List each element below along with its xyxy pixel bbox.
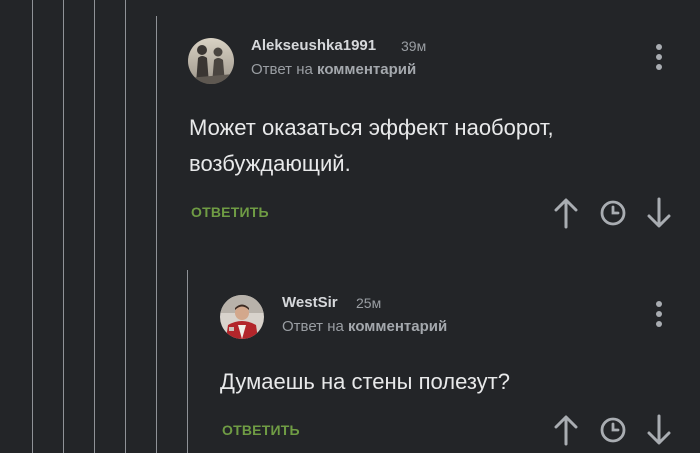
comment-text-line: Может оказаться эффект наоборот, bbox=[189, 115, 554, 140]
reply-to-prefix: Ответ на bbox=[282, 318, 344, 335]
comment-text: Может оказаться эффект наоборот, возбужд… bbox=[189, 110, 554, 182]
clock-icon[interactable] bbox=[599, 416, 627, 444]
clock-icon[interactable] bbox=[599, 199, 627, 227]
reply-to-link[interactable]: комментарий bbox=[348, 318, 447, 335]
thread-line[interactable] bbox=[125, 0, 126, 453]
reply-button[interactable]: ОТВЕТИТЬ bbox=[191, 204, 269, 220]
arrow-down-icon[interactable] bbox=[647, 197, 671, 229]
reply-to-line: Ответ на комментарий bbox=[251, 61, 416, 78]
reply-button[interactable]: ОТВЕТИТЬ bbox=[222, 422, 300, 438]
comment-time[interactable]: 39м bbox=[401, 38, 426, 54]
comment-text: Думаешь на стены полезут? bbox=[220, 364, 510, 400]
avatar[interactable] bbox=[220, 295, 264, 339]
arrow-up-icon[interactable] bbox=[554, 414, 578, 446]
thread-line[interactable] bbox=[156, 16, 157, 453]
comment-text-line: Думаешь на стены полезут? bbox=[220, 369, 510, 394]
avatar[interactable] bbox=[188, 38, 234, 84]
more-vertical-icon[interactable] bbox=[655, 44, 663, 74]
thread-line[interactable] bbox=[94, 0, 95, 453]
thread-line[interactable] bbox=[32, 0, 33, 453]
arrow-down-icon[interactable] bbox=[647, 414, 671, 446]
thread-line[interactable] bbox=[63, 0, 64, 453]
comment-text-line: возбуждающий. bbox=[189, 151, 351, 176]
more-vertical-icon[interactable] bbox=[655, 301, 663, 331]
reply-to-line: Ответ на комментарий bbox=[282, 318, 447, 335]
author-name[interactable]: WestSir bbox=[282, 294, 338, 311]
thread-line[interactable] bbox=[187, 270, 188, 453]
avatar-image bbox=[188, 38, 234, 84]
reply-to-prefix: Ответ на bbox=[251, 61, 313, 78]
arrow-up-icon[interactable] bbox=[554, 197, 578, 229]
reply-to-link[interactable]: комментарий bbox=[317, 61, 416, 78]
comment-time[interactable]: 25м bbox=[356, 295, 381, 311]
avatar-image bbox=[220, 295, 264, 339]
author-name[interactable]: Alekseushka1991 bbox=[251, 37, 376, 54]
